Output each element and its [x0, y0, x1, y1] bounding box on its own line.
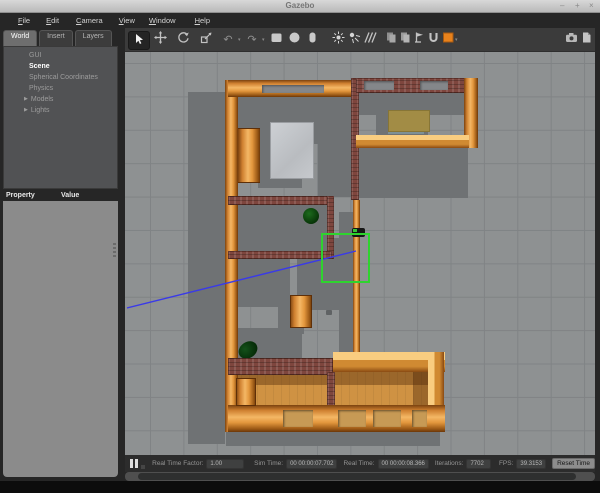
point-light-button[interactable] — [330, 32, 346, 48]
sphere-icon — [288, 31, 301, 49]
close-button[interactable]: × — [589, 0, 594, 12]
select-tool-button[interactable] — [128, 31, 150, 50]
cursor-icon — [133, 32, 145, 50]
copy-icon — [385, 31, 398, 49]
sidebar-tabs: World Insert Layers — [3, 30, 112, 46]
menu-help[interactable]: Help — [195, 16, 210, 25]
iterations-label: Iterations: — [435, 460, 464, 467]
orange-cube-icon — [442, 31, 455, 49]
tab-insert[interactable]: Insert — [39, 30, 73, 46]
flag-icon — [413, 31, 426, 49]
undo-history-dropdown[interactable]: ▾ — [238, 37, 241, 43]
insert-box-button[interactable] — [268, 32, 284, 48]
sim-time-value: 00 00:00:07.702 — [286, 459, 337, 469]
scrollbar-handle[interactable] — [138, 473, 576, 480]
insert-model-button[interactable] — [440, 32, 456, 48]
box-icon — [270, 31, 283, 49]
property-column: Property — [6, 191, 61, 201]
pane-splitter-handle[interactable] — [113, 243, 116, 259]
scale-tool-button[interactable] — [198, 32, 214, 48]
move-icon — [154, 31, 167, 49]
pause-button[interactable] — [130, 459, 138, 468]
redo-icon: ↷ — [247, 33, 256, 47]
property-table-body[interactable] — [3, 201, 118, 477]
title-bar: Gazebo – + × — [0, 0, 600, 13]
menu-edit[interactable]: Edit — [46, 16, 59, 25]
rtf-label: Real Time Factor: — [152, 460, 203, 467]
tree-item-gui[interactable]: GUI — [29, 52, 41, 59]
tab-layers[interactable]: Layers — [75, 30, 112, 46]
rtf-value[interactable]: 1.00 — [206, 459, 244, 469]
window-bottom-edge — [0, 481, 600, 493]
rotate-tool-button[interactable] — [175, 32, 191, 48]
menu-view[interactable]: View — [119, 16, 135, 25]
paste-icon — [399, 31, 412, 49]
rotate-icon — [177, 31, 190, 49]
status-bar: Real Time Factor: 1.00 Sim Time: 00 00:0… — [125, 455, 595, 472]
directional-light-icon — [364, 31, 377, 49]
magnet-icon — [427, 31, 440, 49]
maximize-button[interactable]: + — [575, 0, 580, 12]
redo-history-dropdown[interactable]: ▾ — [262, 37, 265, 43]
window-title: Gazebo — [0, 0, 600, 12]
menu-bar: File Edit Camera View Window Help — [0, 13, 600, 28]
horizontal-scrollbar[interactable] — [125, 472, 595, 481]
undo-icon: ↶ — [223, 33, 232, 47]
redo-button[interactable]: ↷ — [244, 32, 260, 48]
fps-label: FPS: — [499, 460, 513, 467]
tree-item-lights[interactable]: Lights — [24, 107, 50, 114]
fps-value: 39.3153 — [516, 459, 546, 469]
menu-window[interactable]: Window — [149, 16, 176, 25]
property-table-header: Property Value — [3, 191, 118, 201]
reset-time-button[interactable]: Reset Time — [552, 458, 595, 469]
step-button[interactable] — [141, 465, 145, 469]
tree-item-models[interactable]: Models — [24, 96, 53, 103]
translate-tool-button[interactable] — [152, 32, 168, 48]
insert-model-dropdown[interactable]: ▾ — [455, 37, 458, 43]
menu-camera[interactable]: Camera — [76, 16, 103, 25]
sim-time-label: Sim Time: — [254, 460, 283, 467]
iterations-value: 7702 — [466, 459, 491, 469]
value-column: Value — [61, 191, 79, 201]
gazebo-window: Gazebo – + × File Edit Camera View Windo… — [0, 0, 600, 493]
undo-button[interactable]: ↶ — [220, 32, 236, 48]
real-time-label: Real Time: — [343, 460, 374, 467]
spot-light-icon — [348, 31, 361, 49]
selection-box — [321, 233, 370, 283]
cylinder-icon — [306, 31, 319, 49]
directional-light-button[interactable] — [362, 32, 378, 48]
snap-tool-button[interactable] — [425, 32, 441, 48]
tree-item-physics[interactable]: Physics — [29, 85, 53, 92]
sun-icon — [332, 31, 345, 49]
world-tree: GUI Scene Spherical Coordinates Physics … — [3, 46, 118, 189]
minimize-button[interactable]: – — [560, 0, 564, 12]
insert-sphere-button[interactable] — [286, 32, 302, 48]
screenshot-button[interactable] — [563, 32, 579, 48]
robot-marker — [353, 229, 357, 232]
3d-viewport[interactable] — [125, 52, 595, 455]
viewport-toolbar: ↶ ▾ ↷ ▾ — [125, 28, 595, 52]
log-document-icon — [580, 31, 593, 49]
spot-light-button[interactable] — [346, 32, 362, 48]
tree-item-scene[interactable]: Scene — [29, 63, 50, 70]
menu-file[interactable]: File — [18, 16, 30, 25]
camera-icon — [565, 31, 578, 49]
scale-icon — [200, 31, 213, 49]
tree-item-spherical-coordinates[interactable]: Spherical Coordinates — [29, 74, 98, 81]
data-logger-button[interactable] — [578, 32, 594, 48]
real-time-value: 00 00:00:08.366 — [378, 459, 429, 469]
tab-world[interactable]: World — [3, 30, 37, 46]
insert-cylinder-button[interactable] — [304, 32, 320, 48]
